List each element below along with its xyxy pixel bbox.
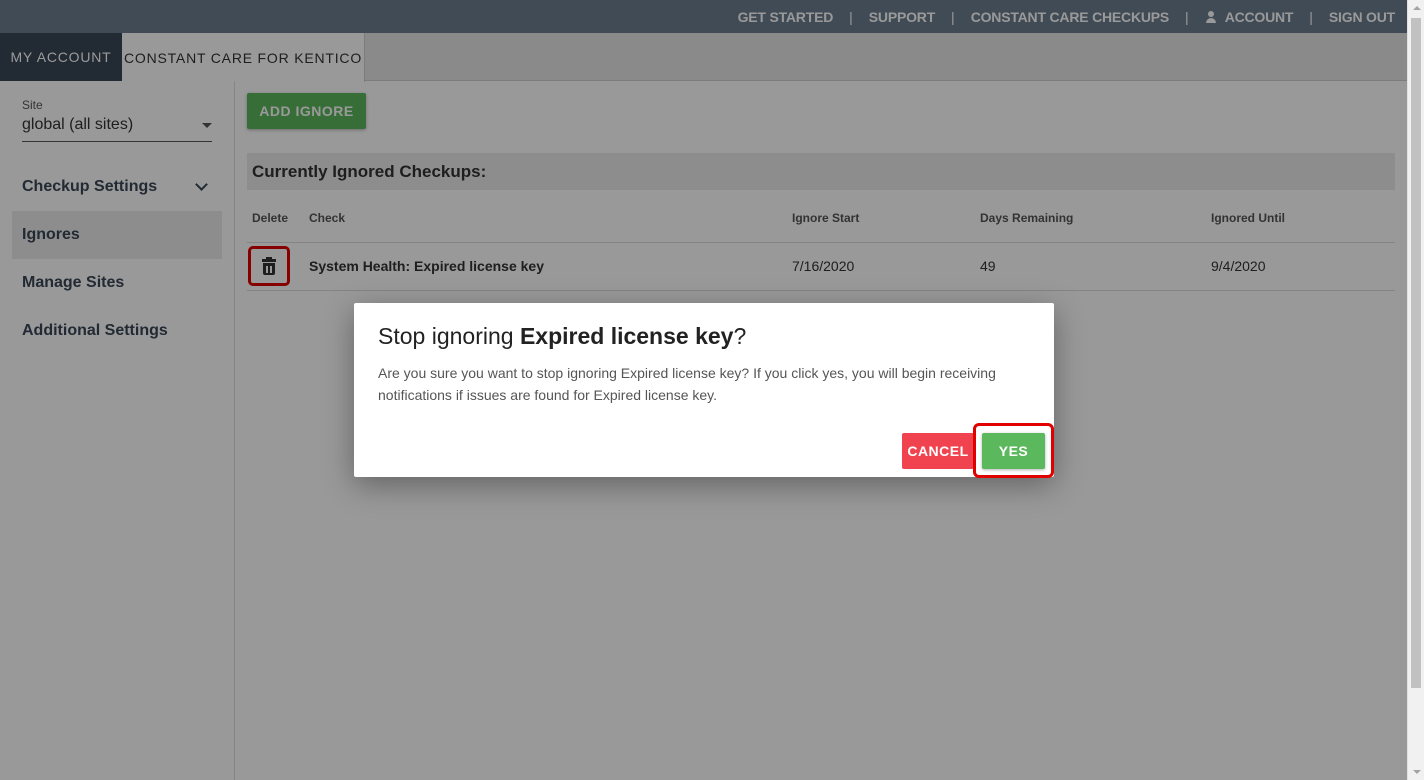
dialog-title-bold: Expired license key [519,323,734,349]
scroll-down-arrow-icon[interactable] [1413,770,1421,774]
dialog-message: Are you sure you want to stop ignoring E… [378,365,996,403]
scroll-up-arrow-icon[interactable] [1413,6,1421,10]
scrollbar-thumb[interactable] [1411,18,1421,688]
yes-button[interactable]: YES [982,433,1045,469]
dialog-title-prefix: Stop ignoring [378,323,520,349]
dialog-title-suffix: ? [733,323,747,349]
cancel-button[interactable]: CANCEL [902,433,974,469]
dialog-title: Stop ignoring Expired license key? [378,323,746,350]
confirm-dialog: Stop ignoring Expired license key? Are y… [354,303,1054,478]
vertical-scrollbar[interactable] [1407,0,1424,780]
